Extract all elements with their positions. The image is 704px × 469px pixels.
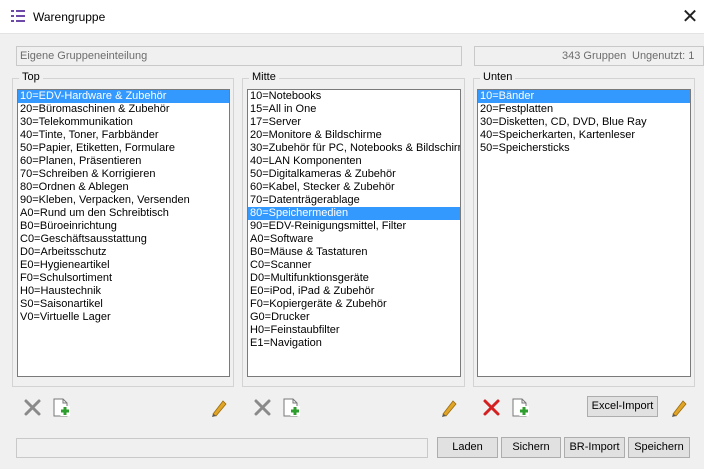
list-item[interactable]: 15=All in One bbox=[248, 103, 460, 116]
list-item[interactable]: E0=iPod, iPad & Zubehör bbox=[248, 285, 460, 298]
list-item[interactable]: 30=Disketten, CD, DVD, Blue Ray bbox=[478, 116, 690, 129]
list-item[interactable]: 70=Datenträgerablage bbox=[248, 194, 460, 207]
unten-label: Unten bbox=[480, 71, 516, 83]
list-item[interactable]: E0=Hygieneartikel bbox=[18, 259, 229, 272]
add-document-icon bbox=[283, 398, 300, 417]
list-item[interactable]: 60=Planen, Präsentieren bbox=[18, 155, 229, 168]
list-menu-icon bbox=[11, 10, 25, 22]
list-item[interactable]: 40=Tinte, Toner, Farbbänder bbox=[18, 129, 229, 142]
list-item[interactable]: F0=Kopiergeräte & Zubehör bbox=[248, 298, 460, 311]
excel-import-button[interactable]: Excel-Import bbox=[587, 396, 658, 417]
list-item[interactable]: S0=Saisonartikel bbox=[18, 298, 229, 311]
sichern-button[interactable]: Sichern bbox=[501, 437, 561, 458]
list-item[interactable]: 50=Papier, Etiketten, Formulare bbox=[18, 142, 229, 155]
mitte-edit-button[interactable] bbox=[437, 396, 460, 419]
mitte-add-button[interactable] bbox=[280, 396, 303, 419]
list-item[interactable]: A0=Software bbox=[248, 233, 460, 246]
add-document-icon bbox=[512, 398, 529, 417]
delete-x-icon bbox=[483, 399, 500, 416]
title-bar: Warengruppe ✕ bbox=[0, 0, 704, 34]
list-item[interactable]: 80=Speichermedien bbox=[248, 207, 460, 220]
list-item[interactable]: 40=Speicherkarten, Kartenleser bbox=[478, 129, 690, 142]
group-count-field: 343 Gruppen Ungenutzt: 1 bbox=[474, 46, 704, 66]
list-item[interactable]: 30=Telekommunikation bbox=[18, 116, 229, 129]
speichern-button[interactable]: Speichern bbox=[628, 437, 690, 458]
list-item[interactable]: 10=EDV-Hardware & Zubehör bbox=[18, 90, 229, 103]
list-item[interactable]: 50=Digitalkameras & Zubehör bbox=[248, 168, 460, 181]
list-item[interactable]: V0=Virtuelle Lager bbox=[18, 311, 229, 324]
list-item[interactable]: H0=Feinstaubfilter bbox=[248, 324, 460, 337]
list-item[interactable]: 20=Büromaschinen & Zubehör bbox=[18, 103, 229, 116]
list-item[interactable]: D0=Multifunktionsgeräte bbox=[248, 272, 460, 285]
list-item[interactable]: 10=Bänder bbox=[478, 90, 690, 103]
close-icon[interactable]: ✕ bbox=[676, 4, 704, 30]
list-item[interactable]: 10=Notebooks bbox=[248, 90, 460, 103]
top-listbox[interactable]: 10=EDV-Hardware & Zubehör 20=Büromaschine… bbox=[17, 89, 230, 377]
mitte-listbox[interactable]: 10=Notebooks 15=All in One 17=Server 20=Mon… bbox=[247, 89, 461, 377]
laden-button[interactable]: Laden bbox=[437, 437, 498, 458]
list-item[interactable]: 20=Monitore & Bildschirme bbox=[248, 129, 460, 142]
list-item[interactable]: 50=Speichersticks bbox=[478, 142, 690, 155]
list-item[interactable]: E1=Navigation bbox=[248, 337, 460, 350]
list-item[interactable]: F0=Schulsortiment bbox=[18, 272, 229, 285]
top-label: Top bbox=[19, 71, 43, 83]
top-add-button[interactable] bbox=[50, 396, 73, 419]
list-item[interactable]: H0=Haustechnik bbox=[18, 285, 229, 298]
unten-delete-button[interactable] bbox=[480, 396, 503, 419]
unten-listbox[interactable]: 10=Bänder 20=Festplatten 30=Disketten, CD,… bbox=[477, 89, 691, 377]
list-item[interactable]: 20=Festplatten bbox=[478, 103, 690, 116]
mitte-delete-button[interactable] bbox=[251, 396, 274, 419]
pencil-icon bbox=[442, 400, 457, 417]
list-item[interactable]: A0=Rund um den Schreibtisch bbox=[18, 207, 229, 220]
status-field bbox=[16, 438, 428, 458]
list-item[interactable]: 40=LAN Komponenten bbox=[248, 155, 460, 168]
list-item[interactable]: 17=Server bbox=[248, 116, 460, 129]
list-item[interactable]: D0=Arbeitsschutz bbox=[18, 246, 229, 259]
group-count: 343 Gruppen bbox=[562, 50, 627, 62]
list-item[interactable]: 70=Schreiben & Korrigieren bbox=[18, 168, 229, 181]
list-item[interactable]: G0=Drucker bbox=[248, 311, 460, 324]
unten-add-button[interactable] bbox=[509, 396, 532, 419]
delete-x-icon bbox=[24, 399, 41, 416]
delete-x-icon bbox=[254, 399, 271, 416]
list-item[interactable]: 90=EDV-Reinigungsmittel, Filter bbox=[248, 220, 460, 233]
pencil-icon bbox=[212, 400, 227, 417]
list-item[interactable]: 30=Zubehör für PC, Notebooks & Bildschir… bbox=[248, 142, 460, 155]
top-edit-button[interactable] bbox=[207, 396, 230, 419]
unten-edit-button[interactable] bbox=[667, 396, 690, 419]
list-item[interactable]: 80=Ordnen & Ablegen bbox=[18, 181, 229, 194]
group-label-field: Eigene Gruppeneinteilung bbox=[16, 46, 462, 66]
window-title: Warengruppe bbox=[33, 10, 106, 24]
add-document-icon bbox=[53, 398, 70, 417]
list-item[interactable]: B0=Mäuse & Tastaturen bbox=[248, 246, 460, 259]
list-item[interactable]: C0=Geschäftsausstattung bbox=[18, 233, 229, 246]
list-item[interactable]: 60=Kabel, Stecker & Zubehör bbox=[248, 181, 460, 194]
pencil-icon bbox=[672, 400, 687, 417]
top-delete-button[interactable] bbox=[21, 396, 44, 419]
group-label: Eigene Gruppeneinteilung bbox=[20, 50, 148, 62]
unused-count: Ungenutzt: 1 bbox=[632, 50, 695, 62]
list-item[interactable]: 90=Kleben, Verpacken, Versenden bbox=[18, 194, 229, 207]
mitte-label: Mitte bbox=[249, 71, 279, 83]
br-import-button[interactable]: BR-Import bbox=[564, 437, 625, 458]
list-item[interactable]: C0=Scanner bbox=[248, 259, 460, 272]
list-item[interactable]: B0=Büroeinrichtung bbox=[18, 220, 229, 233]
